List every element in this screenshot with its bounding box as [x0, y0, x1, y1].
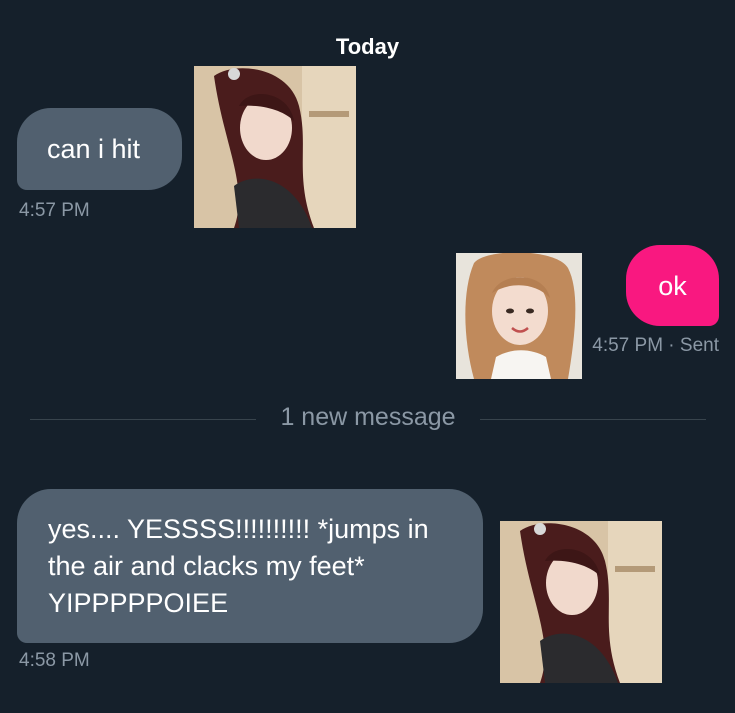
message-bubble-incoming[interactable]: yes.... YESSSS!!!!!!!!!! *jumps in the a…	[17, 489, 483, 643]
new-message-label: 1 new message	[280, 403, 456, 431]
divider-line	[480, 419, 706, 420]
message-timestamp: 4:57 PM · Sent	[592, 335, 719, 356]
message-timestamp: 4:57 PM	[19, 200, 90, 221]
photo-redhair-woman-image	[194, 66, 356, 228]
message-bubble-incoming[interactable]: can i hit	[17, 108, 182, 190]
message-timestamp: 4:58 PM	[19, 650, 90, 671]
photo-redhair-woman-image	[500, 521, 662, 683]
photo-lighthair-woman-image	[456, 253, 582, 379]
message-photo-attachment[interactable]	[456, 253, 582, 379]
new-message-divider: 1 new message	[30, 402, 706, 436]
message-bubble-outgoing[interactable]: ok	[626, 245, 719, 326]
date-separator: Today	[335, 34, 400, 59]
message-photo-attachment[interactable]	[194, 66, 356, 228]
message-photo-attachment[interactable]	[500, 521, 662, 683]
